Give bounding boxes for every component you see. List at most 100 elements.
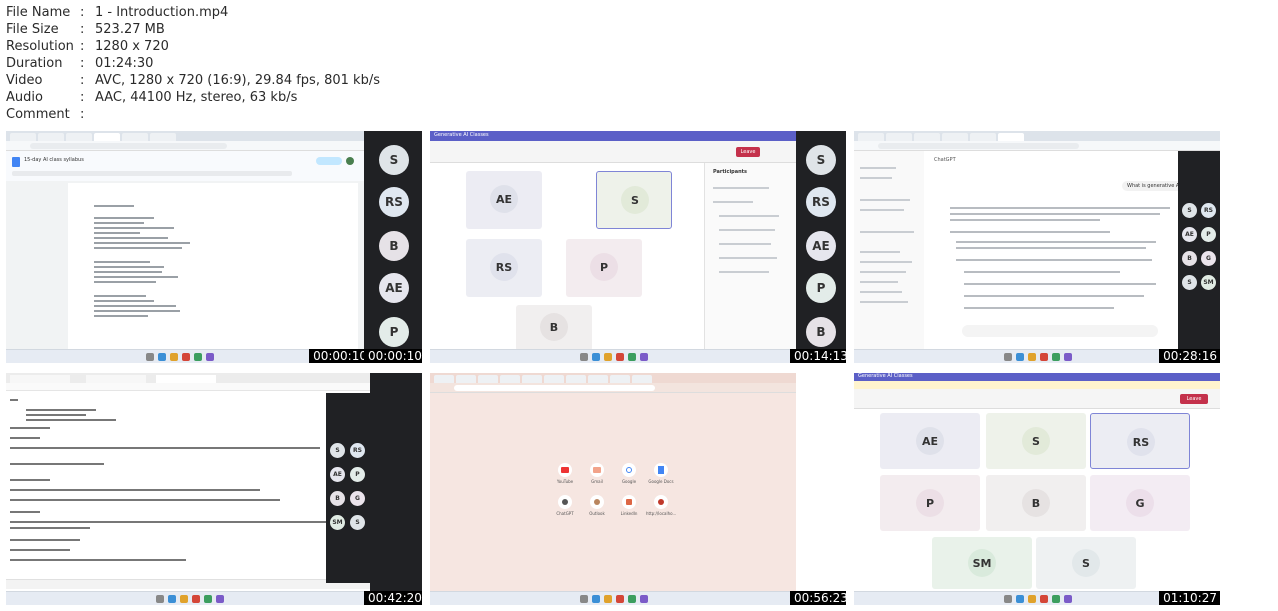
participant-avatar: RS (806, 187, 836, 217)
tile-avatar: S (621, 186, 649, 214)
metadata-value: AAC, 44100 Hz, stereo, 63 kb/s (95, 90, 298, 105)
metadata-row-comment: Comment : (6, 106, 380, 123)
video-grid: AE S RS P B G SM S (854, 409, 1220, 591)
metadata-row-file-name: File Name : 1 - Introduction.mp4 (6, 4, 380, 21)
metadata-separator: : (80, 56, 85, 71)
participant-avatar: B (806, 317, 836, 347)
participant-avatar: S (806, 145, 836, 175)
shortcut-label: Google Docs (648, 479, 674, 484)
participant-avatar: S (350, 515, 365, 530)
shortcut-label: YouTube (556, 479, 574, 484)
leave-button[interactable]: Leave (1180, 394, 1208, 404)
meeting-title: Generative AI Classes (434, 132, 489, 138)
browser-tab-strip (854, 131, 1220, 141)
tile-avatar: G (1126, 489, 1154, 517)
metadata-row-audio: Audio : AAC, 44100 Hz, stereo, 63 kb/s (6, 89, 380, 106)
metadata-value: 01:24:30 (95, 56, 154, 71)
participant-tile: P (566, 239, 642, 297)
metadata-separator: : (80, 5, 85, 20)
shortcut-google[interactable]: Google (614, 463, 644, 484)
chatgpt-icon (562, 499, 568, 505)
meeting-title-bar: Generative AI Classes (430, 131, 796, 141)
meeting-toolbar: Leave (854, 389, 1220, 409)
chat-sidebar (854, 151, 924, 349)
tile-avatar: RS (1127, 428, 1155, 456)
shortcut-label: Google (621, 479, 637, 484)
localhost-icon (658, 499, 664, 505)
share-button[interactable] (316, 157, 342, 165)
notification-bar (854, 381, 1220, 389)
participant-strip-1: S RS B AE P (364, 131, 422, 363)
shortcut-chatgpt[interactable]: ChatGPT (550, 495, 580, 516)
shortcut-label: ChatGPT (556, 511, 574, 516)
participant-strip-4b (370, 373, 422, 591)
thumbnail-1[interactable]: 15-day AI class syllabus 00:00:10 (6, 131, 370, 363)
docs-header: 15-day AI class syllabus (6, 151, 364, 181)
gmail-icon (593, 467, 601, 473)
tile-avatar: P (916, 489, 944, 517)
metadata-value: 523.27 MB (95, 22, 165, 37)
shortcut-gmail[interactable]: Gmail (582, 463, 612, 484)
taskbar (6, 591, 370, 605)
timestamp: 00:28:16 (1159, 349, 1220, 363)
participant-avatar: RS (379, 187, 409, 217)
assistant-answer (934, 197, 1186, 327)
participant-avatar: P (350, 467, 365, 482)
metadata-value: 1 - Introduction.mp4 (95, 5, 229, 20)
outlook-icon (594, 499, 600, 505)
participant-avatar: P (806, 273, 836, 303)
address-bar (430, 383, 796, 393)
tile-avatar: SM (968, 549, 996, 577)
docs-toolbar (12, 171, 292, 176)
timestamp: 00:14:13 (790, 349, 848, 363)
shortcut-youtube[interactable]: YouTube (550, 463, 580, 484)
metadata-key: Comment (6, 107, 70, 122)
metadata-row-duration: Duration : 01:24:30 (6, 55, 380, 72)
linkedin-icon (626, 499, 632, 505)
message-input[interactable] (962, 325, 1158, 337)
shortcut-google-docs[interactable]: Google Docs (646, 463, 676, 484)
shortcut-label: Gmail (591, 479, 603, 484)
docs-icon (12, 157, 20, 167)
docs-icon (658, 466, 664, 474)
participant-avatar: P (379, 317, 409, 347)
participant-avatar: AE (1182, 227, 1197, 242)
status-bar (6, 579, 370, 589)
participant-tile: P (880, 475, 980, 531)
address-bar (854, 141, 1220, 151)
timestamp: 00:00:10 (364, 349, 422, 363)
participant-avatar: S (1182, 275, 1197, 290)
metadata-key: Resolution (6, 39, 74, 54)
thumbnail-2[interactable]: Generative AI Classes Leave AE S RS P B … (430, 131, 796, 363)
participant-avatar: RS (1201, 203, 1216, 218)
participant-avatar: G (1201, 251, 1216, 266)
participant-tile: AE (466, 171, 542, 229)
document-title: 15-day AI class syllabus (24, 157, 84, 163)
taskbar (430, 591, 796, 605)
participant-avatar: S (330, 443, 345, 458)
participant-avatar: B (379, 231, 409, 261)
thumbnail-4[interactable]: S RS AE P B G SM S (6, 373, 370, 605)
participant-tile: S (986, 413, 1086, 469)
thumbnail-6[interactable]: Generative AI Classes Leave AE S RS P B … (854, 373, 1220, 605)
thumbnail-3[interactable]: ChatGPT What is generative AI? S RS AE P… (854, 131, 1220, 363)
participant-tile: RS (1090, 413, 1190, 469)
notepad-text (6, 393, 326, 583)
screen: 15-day AI class syllabus (6, 131, 370, 363)
participant-tile: G (1090, 475, 1190, 531)
notepad-tabs (6, 373, 370, 383)
shortcut-linkedin[interactable]: LinkedIn (614, 495, 644, 516)
participant-avatar: RS (350, 443, 365, 458)
tile-avatar: B (540, 313, 568, 341)
participant-avatar: AE (379, 273, 409, 303)
participants-title: Participants (713, 169, 748, 175)
timestamp: 00:00:10 (309, 349, 370, 363)
metadata-separator: : (80, 73, 85, 88)
participant-tile: B (986, 475, 1086, 531)
shortcut-localhost[interactable]: http://localho... (646, 495, 676, 516)
tile-avatar: AE (916, 427, 944, 455)
thumbnail-5[interactable]: YouTube Gmail Google Google Docs ChatGPT… (430, 373, 796, 605)
shortcut-outlook[interactable]: Outlook (582, 495, 612, 516)
leave-button[interactable]: Leave (736, 147, 760, 157)
participant-avatar: B (330, 491, 345, 506)
